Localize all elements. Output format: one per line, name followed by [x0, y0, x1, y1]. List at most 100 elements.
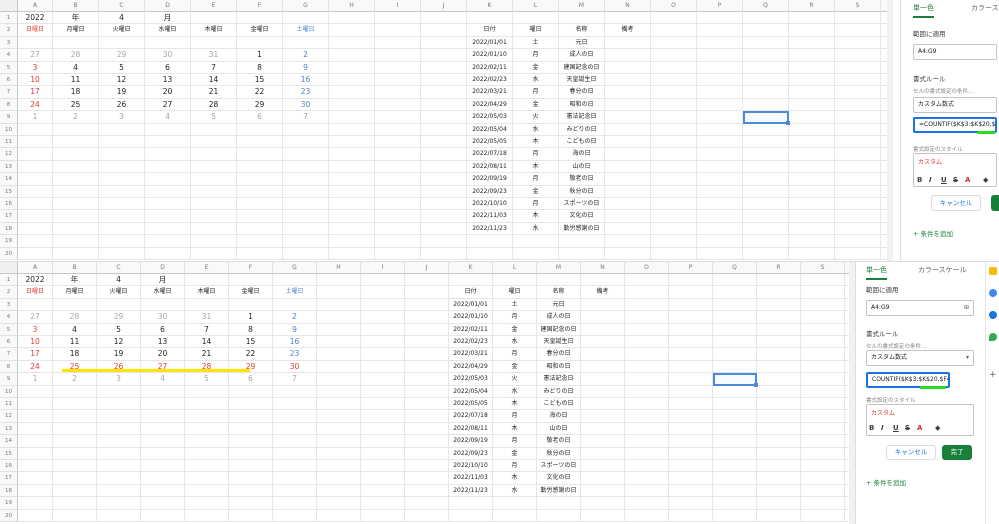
holiday-date[interactable]: 2022/02/11: [449, 323, 493, 336]
holiday-name[interactable]: 海の日: [537, 410, 581, 423]
holiday-date[interactable]: 2022/01/10: [467, 49, 513, 62]
grid-cell[interactable]: [789, 12, 835, 25]
row-header[interactable]: 1: [0, 274, 18, 287]
grid-cell[interactable]: [18, 398, 53, 411]
grid-cell[interactable]: [669, 460, 713, 473]
column-header[interactable]: F: [237, 0, 283, 12]
grid-cell[interactable]: [18, 185, 53, 198]
grid-cell[interactable]: [53, 185, 99, 198]
calendar-day[interactable]: 28: [53, 49, 99, 62]
grid-cell[interactable]: [405, 435, 449, 448]
grid-cell[interactable]: [53, 136, 99, 149]
grid-cell[interactable]: [145, 160, 191, 174]
column-header[interactable]: G: [283, 0, 329, 12]
grid-cell[interactable]: [53, 148, 99, 161]
row-header[interactable]: 3: [0, 298, 18, 312]
calendar-day[interactable]: 5: [99, 61, 145, 74]
column-header[interactable]: A: [18, 0, 53, 12]
grid-cell[interactable]: [697, 148, 743, 161]
calendar-day[interactable]: 6: [141, 323, 185, 336]
grid-cell[interactable]: [53, 385, 97, 398]
grid-cell[interactable]: [651, 247, 697, 260]
grid-cell[interactable]: [651, 185, 697, 198]
column-header[interactable]: I: [361, 262, 405, 274]
holiday-weekday-header[interactable]: 曜日: [513, 24, 559, 37]
grid-cell[interactable]: [605, 74, 651, 87]
grid-cell[interactable]: [651, 136, 697, 149]
grid-cell[interactable]: [18, 247, 53, 260]
calendar-day[interactable]: 30: [283, 98, 329, 112]
done-button-partial[interactable]: [991, 195, 999, 211]
grid-cell[interactable]: [625, 422, 669, 436]
grid-cell[interactable]: [141, 472, 185, 485]
column-header[interactable]: Q: [743, 0, 789, 12]
grid-cell[interactable]: [651, 148, 697, 161]
grid-cell[interactable]: [801, 311, 845, 324]
grid-cell[interactable]: [237, 198, 283, 211]
grid-cell[interactable]: [361, 311, 405, 324]
grid-cell[interactable]: [651, 235, 697, 248]
holiday-weekday[interactable]: 金: [493, 360, 537, 374]
year-unit-cell[interactable]: 年: [53, 12, 99, 25]
grid-cell[interactable]: [283, 222, 329, 236]
grid-cell[interactable]: [713, 336, 757, 349]
grid-cell[interactable]: [18, 385, 53, 398]
grid-cell[interactable]: [625, 472, 669, 485]
grid-cell[interactable]: [273, 435, 317, 448]
weekday-header[interactable]: 月曜日: [53, 24, 99, 37]
grid-cell[interactable]: [361, 385, 405, 398]
grid-cell[interactable]: [801, 385, 845, 398]
paint-bucket-icon[interactable]: ◆: [935, 424, 940, 432]
calendar-day[interactable]: 12: [99, 74, 145, 87]
grid-cell[interactable]: [757, 509, 801, 522]
grid-cell[interactable]: [669, 311, 713, 324]
grid-cell[interactable]: [713, 360, 757, 374]
grid-cell[interactable]: [757, 410, 801, 423]
holiday-date[interactable]: 2022/07/18: [467, 148, 513, 161]
grid-cell[interactable]: [237, 160, 283, 174]
grid-cell[interactable]: [605, 210, 651, 223]
grid-cell[interactable]: [421, 185, 467, 198]
holiday-weekday[interactable]: 水: [493, 484, 537, 498]
column-header[interactable]: F: [229, 262, 273, 274]
grid-cell[interactable]: [283, 136, 329, 149]
grid-cell[interactable]: [835, 247, 881, 260]
grid-cell[interactable]: [757, 484, 801, 498]
holiday-name[interactable]: 春分の日: [537, 348, 581, 361]
holiday-weekday[interactable]: 木: [513, 210, 559, 223]
column-header[interactable]: O: [651, 0, 697, 12]
grid-cell[interactable]: [141, 497, 185, 510]
grid-cell[interactable]: [99, 247, 145, 260]
calendar-day[interactable]: 25: [53, 98, 99, 112]
grid-cell[interactable]: [191, 148, 237, 161]
column-header[interactable]: D: [141, 262, 185, 274]
grid-cell[interactable]: [713, 348, 757, 361]
grid-cell[interactable]: [697, 198, 743, 211]
grid-cell[interactable]: [283, 123, 329, 136]
holiday-date-header[interactable]: 日付: [467, 24, 513, 37]
row-header[interactable]: 7: [0, 348, 18, 361]
grid-cell[interactable]: [669, 385, 713, 398]
holiday-weekday[interactable]: 月: [493, 435, 537, 448]
column-header[interactable]: M: [537, 262, 581, 274]
row-header[interactable]: 15: [0, 185, 18, 198]
grid-cell[interactable]: [237, 136, 283, 149]
calendar-day[interactable]: 9: [273, 323, 317, 336]
grid-cell[interactable]: [651, 123, 697, 136]
calendar-day[interactable]: 31: [185, 311, 229, 324]
holiday-weekday-header[interactable]: 曜日: [493, 286, 537, 299]
row-header[interactable]: 17: [0, 210, 18, 223]
calendar-day[interactable]: 1: [237, 49, 283, 62]
row-header[interactable]: 8: [0, 98, 18, 112]
weekday-header[interactable]: 土曜日: [283, 24, 329, 37]
grid-cell[interactable]: [605, 111, 651, 124]
grid-cell[interactable]: [361, 360, 405, 374]
grid-cell[interactable]: [237, 123, 283, 136]
grid-cell[interactable]: [375, 36, 421, 50]
grid-cell[interactable]: [625, 336, 669, 349]
grid-cell[interactable]: [283, 185, 329, 198]
grid-cell[interactable]: [229, 398, 273, 411]
grid-cell[interactable]: [18, 173, 53, 186]
column-header[interactable]: K: [467, 0, 513, 12]
tasks-icon[interactable]: [989, 289, 997, 297]
